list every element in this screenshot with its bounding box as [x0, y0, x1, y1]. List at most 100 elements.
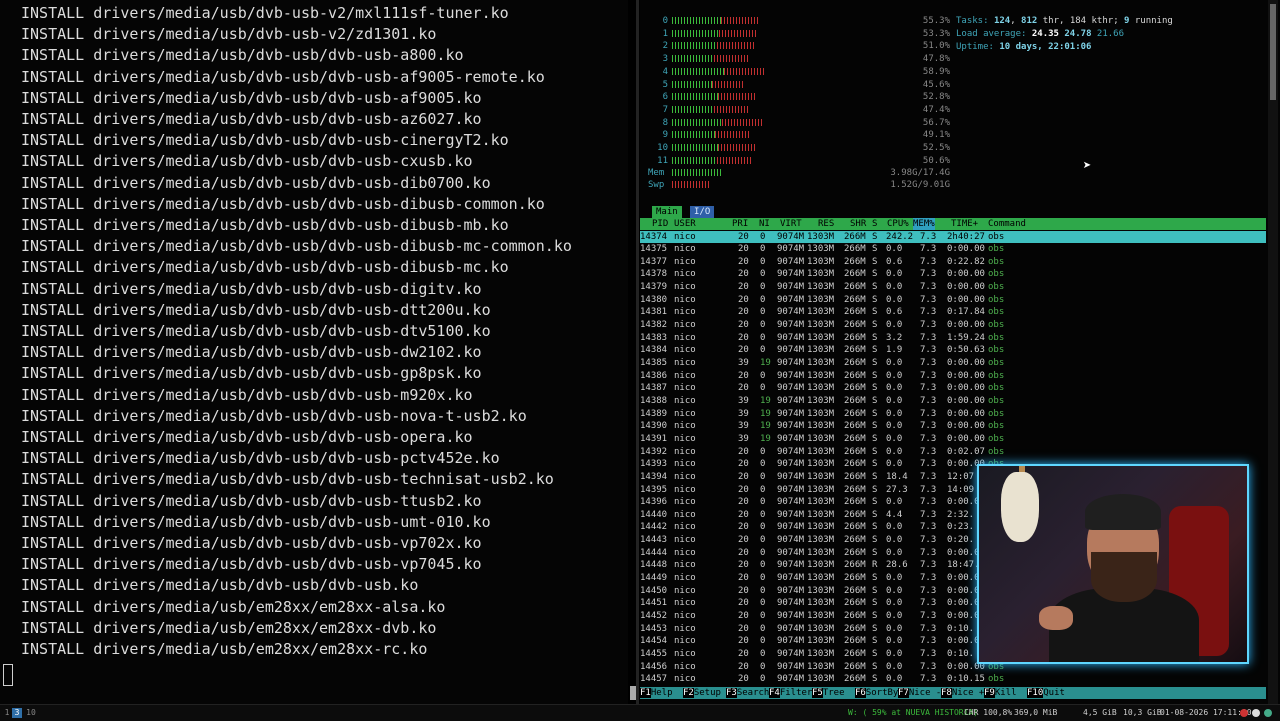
- cpu-core-percent: 49.1%: [922, 130, 950, 141]
- proc-state: S: [872, 648, 878, 659]
- col-command[interactable]: Command: [988, 218, 1026, 230]
- proc-res: 1303M: [807, 661, 835, 672]
- proc-shr: 266M: [844, 535, 866, 546]
- process-row[interactable]: 14386 nico 20 0 9074M 1303M 266M S 0.0 7.3 0:00.00…: [640, 370, 1266, 383]
- proc-pri: 20: [738, 661, 749, 672]
- process-row[interactable]: 14381 nico 20 0 9074M 1303M 266M S 0.6 7.3 0:17.84…: [640, 306, 1266, 319]
- fkey-label: Search: [736, 688, 770, 698]
- proc-cpu: 0.0: [886, 459, 903, 470]
- col-virt[interactable]: VIRT: [780, 218, 802, 230]
- proc-res: 1303M: [807, 256, 835, 267]
- proc-time: 0:00.00: [947, 421, 985, 432]
- proc-user: nico: [674, 320, 696, 331]
- proc-pri: 20: [738, 522, 749, 533]
- guitar: [1001, 472, 1039, 542]
- process-row[interactable]: 14389 nico 39 19 9074M 1303M 266M S 0.0 7.3 0:00.0…: [640, 408, 1266, 421]
- tray-icon-1[interactable]: [1240, 709, 1248, 717]
- col-ni[interactable]: NI: [759, 218, 770, 230]
- proc-user: nico: [674, 358, 696, 368]
- proc-mem: 7.3: [920, 560, 937, 571]
- fkey-nice-minus[interactable]: F7Nice -: [898, 687, 941, 699]
- col-cpu[interactable]: CPU%: [887, 218, 909, 230]
- col-state[interactable]: S: [872, 218, 877, 230]
- fkey-search[interactable]: F3Search: [726, 687, 769, 699]
- process-row[interactable]: 14377 nico 20 0 9074M 1303M 266M S 0.6 7.3 0:22.82…: [640, 256, 1266, 269]
- process-row[interactable]: 14391 nico 39 19 9074M 1303M 266M S 0.0 7.3 0:00.0…: [640, 433, 1266, 446]
- fkey-quit[interactable]: F10Quit: [1027, 687, 1065, 699]
- proc-state: S: [872, 585, 878, 596]
- process-row[interactable]: 14383 nico 20 0 9074M 1303M 266M S 3.2 7.3 1:59.24…: [640, 332, 1266, 345]
- proc-state: S: [872, 471, 878, 482]
- htop-scrollbar[interactable]: [1268, 0, 1278, 704]
- tray-icon-2[interactable]: [1252, 709, 1260, 717]
- proc-pid: 14392: [640, 446, 668, 457]
- col-res[interactable]: RES: [818, 218, 834, 230]
- process-row[interactable]: 14378 nico 20 0 9074M 1303M 266M S 0.0 7.3 0:00.00…: [640, 268, 1266, 281]
- proc-user: nico: [674, 674, 696, 685]
- left-terminal[interactable]: INSTALL drivers/media/usb/dvb-usb-v2/mxl…: [0, 0, 628, 704]
- fkey-help[interactable]: F1Help: [640, 687, 673, 699]
- cpu-core-label: 10: [657, 143, 668, 153]
- proc-state: S: [872, 573, 878, 584]
- workspace-10[interactable]: 10: [24, 708, 38, 718]
- process-row[interactable]: 14384 nico 20 0 9074M 1303M 266M S 1.9 7.3 0:50.63…: [640, 344, 1266, 357]
- fkey-filter[interactable]: F4Filter: [769, 687, 812, 699]
- workspace-1[interactable]: 1: [2, 708, 12, 718]
- process-row[interactable]: 14388 nico 39 19 9074M 1303M 266M S 0.0 7.3 0:00.0…: [640, 395, 1266, 408]
- col-user[interactable]: USER: [674, 218, 696, 230]
- pane-divider[interactable]: [636, 0, 639, 704]
- col-shr[interactable]: SHR: [850, 218, 866, 230]
- col-pid[interactable]: PID: [652, 218, 668, 230]
- proc-time: 0:10.15: [947, 674, 985, 685]
- proc-command: obs: [988, 345, 1005, 356]
- cpu-system-fill: [714, 55, 749, 63]
- proc-time: 1:59.24: [947, 332, 985, 343]
- fkey-sortby[interactable]: F6SortBy: [855, 687, 898, 699]
- process-row[interactable]: 14375 nico 20 0 9074M 1303M 266M S 0.0 7.3 0:00.00…: [640, 243, 1266, 256]
- proc-state: S: [872, 598, 878, 609]
- process-row[interactable]: 14392 nico 20 0 9074M 1303M 266M S 0.0 7.3 0:02.07…: [640, 446, 1266, 459]
- proc-user: nico: [674, 383, 696, 394]
- fkey-setup[interactable]: F2Setup: [683, 687, 721, 699]
- proc-user: nico: [674, 446, 696, 457]
- process-row[interactable]: 14387 nico 20 0 9074M 1303M 266M S 0.0 7.3 0:00.00…: [640, 382, 1266, 395]
- process-row[interactable]: 14379 nico 20 0 9074M 1303M 266M S 0.0 7.3 0:00.00…: [640, 281, 1266, 294]
- fkey-key: F10: [1027, 688, 1044, 698]
- proc-virt: 9074M: [777, 459, 805, 470]
- col-pri[interactable]: PRI: [732, 218, 748, 230]
- proc-pri: 20: [738, 269, 749, 280]
- proc-ni: 19: [760, 395, 771, 406]
- proc-user: nico: [674, 522, 696, 533]
- cpu-core-meter: 50.6%: [670, 155, 950, 166]
- fkey-nice-plus[interactable]: F8Nice +: [941, 687, 984, 699]
- process-row[interactable]: 14380 nico 20 0 9074M 1303M 266M S 0.0 7.3 0:00.00…: [640, 294, 1266, 307]
- proc-pri: 39: [738, 421, 749, 432]
- fkey-tree[interactable]: F5Tree: [812, 687, 845, 699]
- col-mem[interactable]: MEM%: [913, 218, 935, 230]
- process-row-selected[interactable]: 14374 nico 20 0 9074M 1303M 266M S 242.2 7.3 2h40:…: [640, 230, 1266, 244]
- proc-command: obs: [988, 282, 1005, 293]
- proc-time: 0:00.0: [947, 636, 980, 647]
- mouse-pointer-icon: ➤: [1083, 158, 1092, 174]
- process-row[interactable]: 14457 nico 20 0 9074M 1303M 266M S 0.0 7.3 0:10.15…: [640, 673, 1266, 686]
- process-row[interactable]: 14390 nico 39 19 9074M 1303M 266M S 0.0 7.3 0:00.0…: [640, 420, 1266, 433]
- process-row[interactable]: 14382 nico 20 0 9074M 1303M 266M S 0.0 7.3 0:00.00…: [640, 319, 1266, 332]
- proc-res: 1303M: [807, 421, 835, 432]
- col-time[interactable]: TIME+: [951, 218, 978, 230]
- tab-io[interactable]: I/O: [690, 206, 715, 218]
- proc-cpu: 27.3: [886, 484, 908, 495]
- proc-pri: 20: [738, 256, 749, 267]
- proc-cpu: 0.0: [886, 547, 903, 558]
- tray-icon-3[interactable]: [1264, 709, 1272, 717]
- proc-res: 1303M: [807, 358, 835, 368]
- proc-cpu: 0.0: [886, 674, 903, 685]
- terminal-line: INSTALL drivers/media/usb/dvb-usb/dvb-us…: [21, 279, 482, 298]
- process-row[interactable]: 14385 nico 39 19 9074M 1303M 266M S 0.0 7.3 0:00.0…: [640, 357, 1266, 370]
- fkey-kill[interactable]: F9Kill: [984, 687, 1017, 699]
- workspace-3[interactable]: 3: [12, 708, 22, 718]
- terminal-line: INSTALL drivers/media/usb/dvb-usb/dvb-us…: [21, 512, 491, 531]
- running-sep: ;: [1113, 16, 1125, 26]
- cpu-system-fill: [718, 93, 757, 101]
- tab-main[interactable]: Main: [652, 206, 682, 218]
- scrollbar-thumb[interactable]: [1270, 4, 1276, 100]
